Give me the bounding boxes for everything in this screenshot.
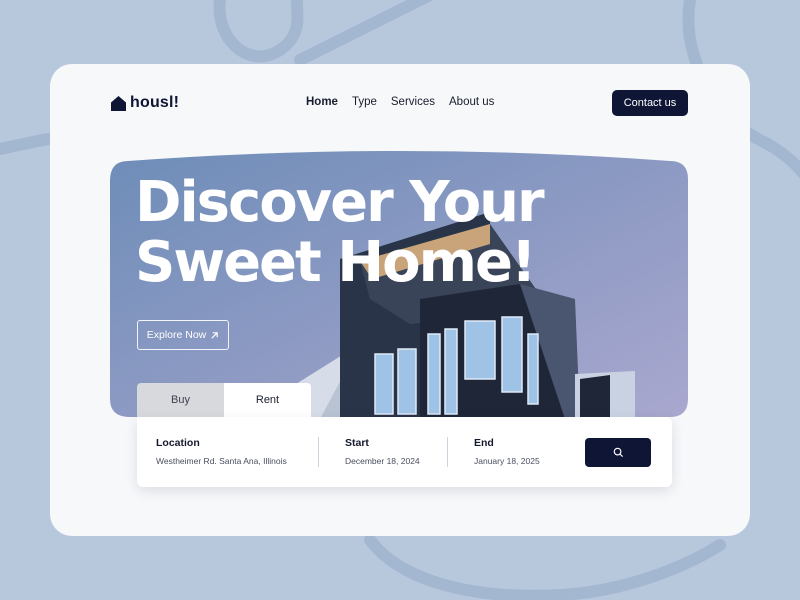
location-field[interactable]: Location Westheimer Rd. Santa Ana, Illin… xyxy=(156,437,287,466)
explore-now-label: Explore Now xyxy=(146,329,207,341)
start-label: Start xyxy=(345,437,369,449)
location-label: Location xyxy=(156,437,200,449)
start-value: December 18, 2024 xyxy=(345,456,420,466)
end-date-field[interactable]: End January 18, 2025 xyxy=(474,437,540,466)
divider xyxy=(447,437,448,467)
tab-buy[interactable]: Buy xyxy=(137,383,224,417)
nav-services[interactable]: Services xyxy=(391,96,435,108)
hero-section: Discover Your Sweet Home! Explore Now xyxy=(110,149,690,419)
main-nav: Home Type Services About us xyxy=(306,96,494,108)
nav-type[interactable]: Type xyxy=(352,96,377,108)
main-card: housl! Home Type Services About us Conta… xyxy=(50,64,750,536)
explore-now-button[interactable]: Explore Now xyxy=(137,320,229,350)
search-tabs: Buy Rent xyxy=(137,383,311,417)
nav-home[interactable]: Home xyxy=(306,96,338,108)
tab-rent[interactable]: Rent xyxy=(224,383,311,417)
contact-us-button[interactable]: Contact us xyxy=(612,90,688,116)
search-panel: Location Westheimer Rd. Santa Ana, Illin… xyxy=(137,417,672,487)
brand-name: housl! xyxy=(130,94,180,111)
location-value: Westheimer Rd. Santa Ana, Illinois xyxy=(156,456,287,466)
search-button[interactable] xyxy=(585,438,651,467)
start-date-field[interactable]: Start December 18, 2024 xyxy=(345,437,420,466)
nav-about-us[interactable]: About us xyxy=(449,96,494,108)
brand-logo[interactable]: housl! xyxy=(110,94,179,112)
hero-title-line-2: Sweet Home! xyxy=(135,230,537,295)
divider xyxy=(318,437,319,467)
house-icon xyxy=(111,95,126,111)
search-icon xyxy=(613,447,623,458)
arrow-up-right-icon xyxy=(211,331,219,339)
end-label: End xyxy=(474,437,494,449)
hero-title-line-1: Discover Your xyxy=(135,170,545,235)
hero-title: Discover Your Sweet Home! xyxy=(135,173,695,293)
end-value: January 18, 2025 xyxy=(474,456,540,466)
